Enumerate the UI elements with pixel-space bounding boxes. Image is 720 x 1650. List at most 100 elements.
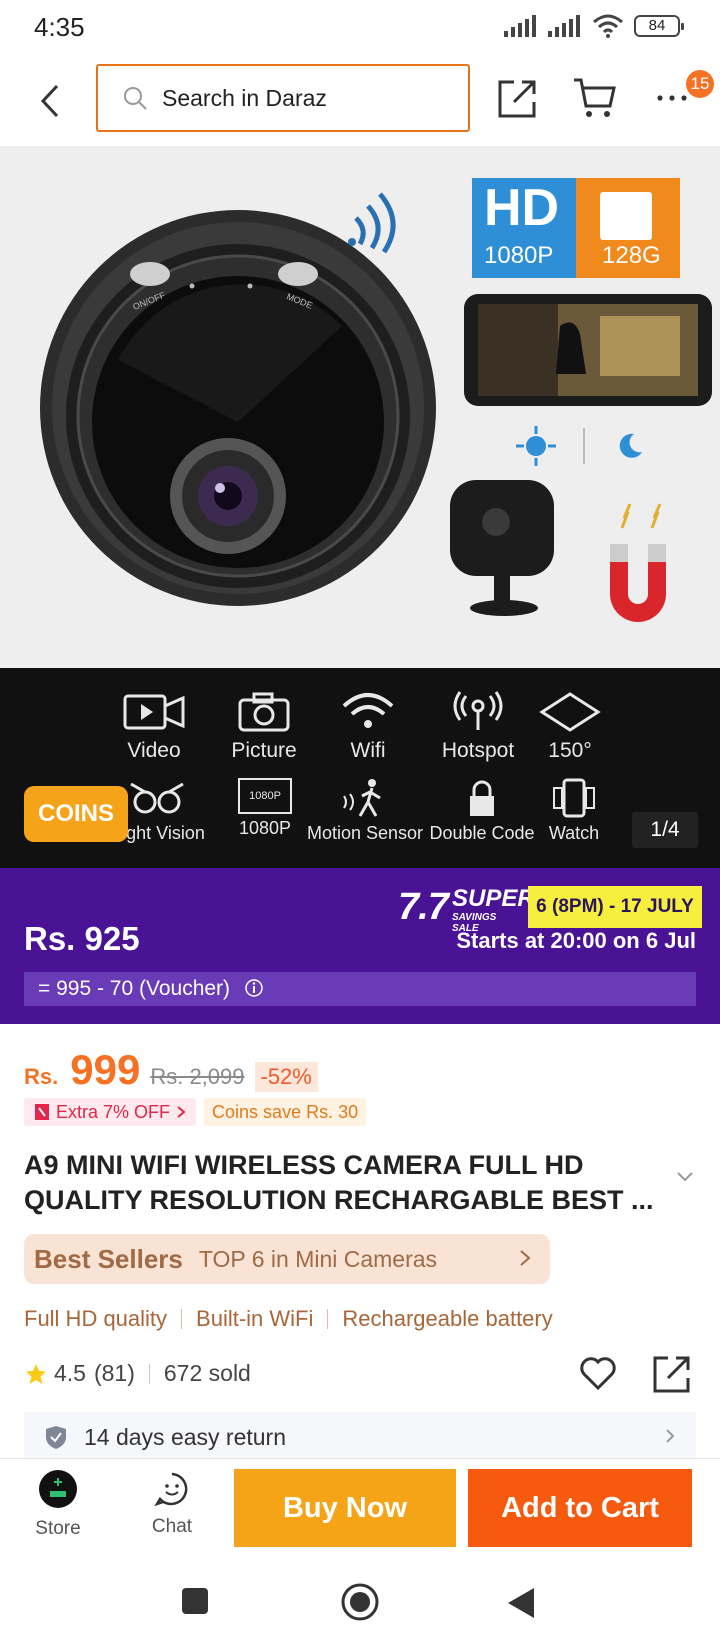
recents-button[interactable]	[180, 1586, 210, 1621]
feature-motion-sensor: Motion Sensor	[306, 778, 424, 844]
current-price: 999	[70, 1046, 141, 1093]
feature-watch-label: Watch	[548, 823, 600, 843]
voucher-calc-text: = 995 - 70 (Voucher)	[38, 977, 231, 1000]
share-icon	[653, 1356, 690, 1393]
back-button[interactable]	[30, 76, 70, 126]
top-nav: Search in Daraz 15	[0, 56, 720, 146]
bottom-action-bar: Store Chat Buy Now Add to Cart	[0, 1458, 720, 1562]
highlight-item: Built-in WiFi	[196, 1306, 314, 1331]
wifi-status-icon	[593, 14, 623, 38]
feature-picture: Picture	[224, 690, 304, 763]
hotspot-icon	[453, 691, 503, 730]
status-time: 4:35	[34, 12, 85, 42]
extra-off-chip[interactable]: Extra 7% OFF	[24, 1098, 197, 1126]
shield-icon	[46, 1426, 66, 1449]
add-to-cart-button[interactable]: Add to Cart	[468, 1469, 692, 1547]
currency-label: Rs.	[24, 1064, 59, 1089]
wishlist-button[interactable]	[578, 1354, 618, 1397]
product-image-gallery[interactable]: HD 1080P 128G ON/OFF MODE Video Picture …	[0, 146, 720, 868]
feature-motion-sensor-label: Motion Sensor	[306, 823, 424, 843]
feature-wifi-label: Wifi	[350, 739, 386, 762]
product-highlights: Full HD quality Built-in WiFi Rechargeab…	[24, 1306, 553, 1332]
chevron-left-icon	[40, 84, 59, 118]
expand-title-button[interactable]	[676, 1170, 694, 1188]
promo-price: Rs. 925	[24, 920, 140, 957]
search-input[interactable]: Search in Daraz	[96, 64, 470, 132]
feature-1080p: 1080P 1080P	[230, 778, 300, 839]
sale-number: 7.7	[398, 886, 449, 928]
chat-icon	[154, 1472, 188, 1507]
storage-label: 128G	[602, 242, 661, 269]
motion-icon	[343, 779, 381, 817]
chat-button[interactable]: Chat	[142, 1471, 202, 1538]
video-camera-icon	[123, 694, 185, 730]
feature-picture-label: Picture	[231, 739, 297, 762]
info-icon	[245, 979, 263, 997]
voucher-calculation[interactable]: = 995 - 70 (Voucher)	[24, 972, 696, 1006]
feature-hotspot-label: Hotspot	[441, 739, 515, 762]
feature-double-code-label: Double Code	[429, 823, 535, 843]
feature-video: Video	[114, 690, 194, 763]
best-sellers-banner[interactable]: Best Sellers TOP 6 in Mini Cameras	[24, 1234, 550, 1284]
status-bar: 4:35 84	[0, 0, 720, 56]
cart-button[interactable]	[572, 76, 618, 125]
feature-watch: Watch	[538, 778, 610, 844]
original-price: Rs. 2,099	[150, 1064, 245, 1089]
chevron-right-icon	[520, 1250, 531, 1266]
home-button[interactable]	[340, 1582, 380, 1627]
wifi-icon	[342, 693, 394, 728]
sale-logo: 7.7 SUPER SAVINGS SALE	[398, 886, 535, 934]
chevron-down-icon	[677, 1172, 693, 1182]
feature-angle: 150°	[534, 690, 606, 763]
coins-save-chip[interactable]: Coins save Rs. 30	[204, 1098, 367, 1126]
feature-hotspot: Hotspot	[430, 690, 526, 763]
store-button[interactable]: Store	[28, 1469, 88, 1540]
divider	[327, 1309, 329, 1329]
star-icon	[26, 1363, 46, 1384]
highlight-item: Rechargeable battery	[342, 1306, 553, 1331]
store-icon	[39, 1470, 77, 1508]
feature-video-label: Video	[127, 739, 181, 762]
image-counter: 1/4	[632, 812, 698, 848]
sale-super: SUPER	[452, 885, 535, 912]
feature-1080p-label: 1080P	[238, 818, 292, 838]
product-title: A9 MINI WIFI WIRELESS CAMERA FULL HD QUA…	[24, 1150, 654, 1215]
voucher-icon	[35, 1104, 49, 1120]
rating-row[interactable]: 4.5 (81) 672 sold	[24, 1360, 251, 1387]
offer-chips: Extra 7% OFF Coins save Rs. 30	[24, 1098, 367, 1126]
share-product-button[interactable]	[652, 1354, 692, 1399]
return-policy-text: 14 days easy return	[84, 1423, 287, 1450]
discount-badge: -52%	[254, 1062, 318, 1092]
sold-count: 672 sold	[163, 1360, 251, 1386]
back-nav-button[interactable]	[506, 1586, 536, 1625]
heart-icon	[580, 1357, 616, 1391]
best-sellers-label: Best Sellers	[34, 1243, 183, 1274]
angle-icon	[539, 692, 601, 732]
hd-screen-icon: 1080P	[238, 778, 292, 814]
sale-date-chip: 6 (8PM) - 17 JULY	[528, 886, 702, 928]
owl-eyes-icon	[130, 782, 184, 814]
share-button[interactable]	[496, 76, 540, 125]
highlight-item: Full HD quality	[24, 1306, 168, 1331]
promo-banner[interactable]: Rs. 925 7.7 SUPER SAVINGS SALE 6 (8PM) -…	[0, 868, 720, 1024]
coins-button[interactable]: COINS	[24, 786, 128, 842]
return-policy-row[interactable]: 14 days easy return	[24, 1412, 696, 1462]
price-row: Rs. 999 Rs. 2,099 -52%	[24, 1046, 318, 1094]
camera-icon	[238, 692, 290, 732]
buy-now-button[interactable]: Buy Now	[234, 1469, 456, 1547]
search-icon	[124, 87, 147, 110]
divider	[148, 1363, 150, 1384]
chat-label: Chat	[151, 1516, 193, 1537]
product-photo[interactable]: HD 1080P 128G ON/OFF MODE	[0, 146, 720, 668]
more-button[interactable]	[654, 76, 690, 125]
status-icons: 84	[504, 14, 684, 38]
resolution-label: 1080P	[484, 242, 554, 269]
signal-icon-2	[548, 15, 580, 37]
best-sellers-rank: TOP 6 in Mini Cameras	[198, 1245, 438, 1272]
battery-icon: 84	[634, 15, 684, 37]
phone-icon	[553, 778, 595, 818]
cart-icon	[574, 78, 616, 117]
hd-label: HD	[484, 179, 560, 237]
store-label: Store	[35, 1518, 81, 1539]
circle-icon	[341, 1583, 379, 1621]
